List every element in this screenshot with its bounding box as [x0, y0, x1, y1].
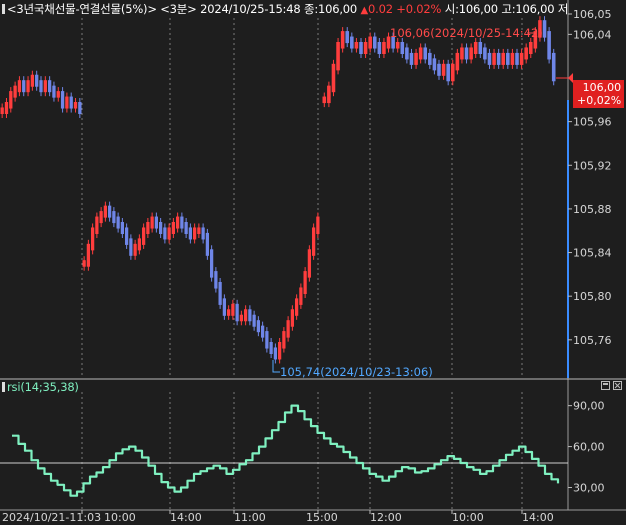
x-tick-label-5: 12:00: [370, 511, 402, 524]
rsi-tick-label-2: 30,00: [573, 482, 605, 495]
x-tick-label-4: 15:00: [306, 511, 338, 524]
rsi-chart[interactable]: 90,0060,0030,002024/10/21-11:03 10:00 14:0…: [0, 0, 626, 525]
x-tick-label-7: 14:00: [522, 511, 554, 524]
x-tick-label-3: 11:00: [234, 511, 266, 524]
x-tick-label-0: 2024/10/21-11:03: [2, 511, 101, 524]
x-tick-label-1: 10:00: [104, 511, 136, 524]
x-tick-label-2: 14:00: [170, 511, 202, 524]
x-tick-label-6: 10:00: [452, 511, 484, 524]
chart-window: <3년국채선물-연결선물(5%)> <3분> 2024/10/25-15:48 …: [0, 0, 626, 525]
rsi-tick-label-0: 90,00: [573, 400, 605, 413]
rsi-line: [12, 404, 560, 497]
rsi-tick-label-1: 60,00: [573, 441, 605, 454]
